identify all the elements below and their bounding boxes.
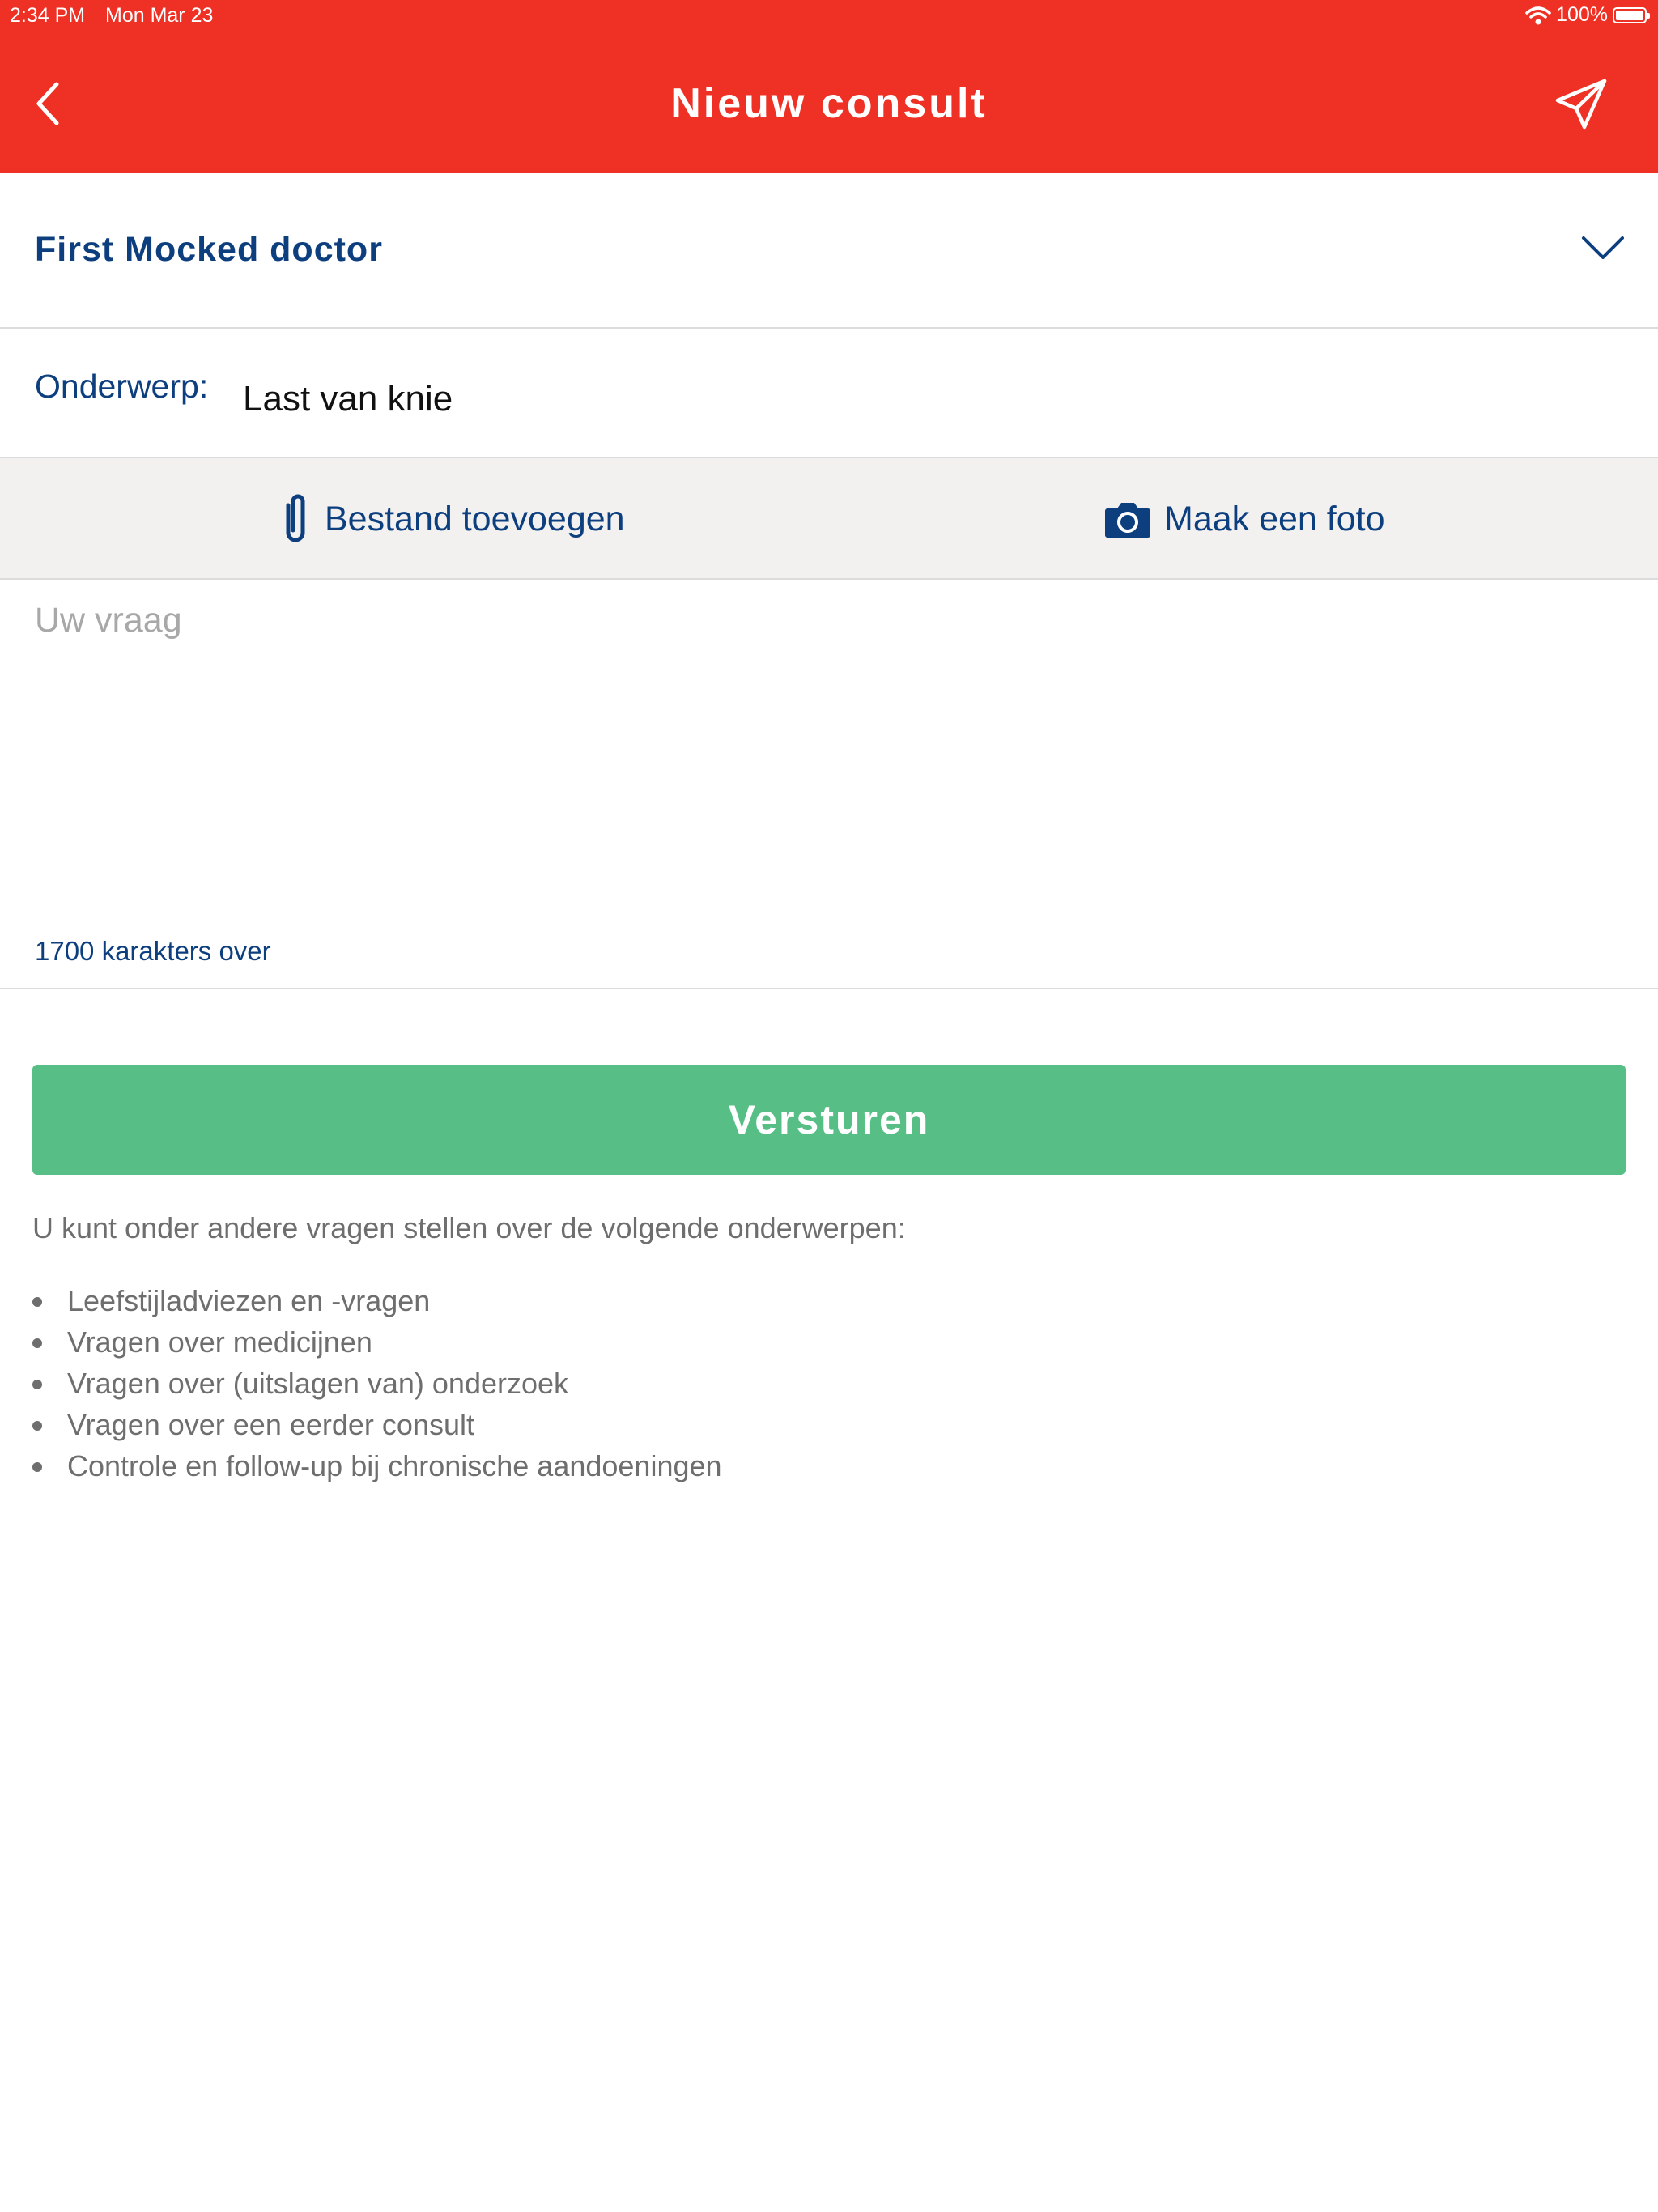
take-photo-label: Maak een foto [1164, 499, 1385, 538]
list-item: Vragen over (uitslagen van) onderzoek [32, 1365, 722, 1406]
status-time: 2:34 PM [10, 4, 86, 27]
submit-button[interactable]: Versturen [32, 1065, 1626, 1175]
chevron-down-icon [1582, 236, 1624, 259]
topics-list: Leefstijladviezen en -vragen Vragen over… [32, 1283, 722, 1489]
battery-percentage: 100% [1556, 3, 1608, 26]
camera-icon [1105, 503, 1150, 538]
top-navigation-bar: 2:34 PM Mon Mar 23 100% Nieuw consult [0, 0, 1658, 173]
app-screen: 2:34 PM Mon Mar 23 100% Nieuw consult Fi… [0, 0, 1658, 2212]
status-date: Mon Mar 23 [105, 4, 214, 27]
divider [0, 988, 1658, 989]
list-item: Leefstijladviezen en -vragen [32, 1283, 722, 1324]
status-right: 100% [1525, 3, 1650, 27]
doctor-selector[interactable]: First Mocked doctor [0, 173, 1658, 329]
question-textarea[interactable] [35, 601, 1622, 925]
page-title: Nieuw consult [670, 80, 988, 127]
send-button[interactable] [1553, 76, 1609, 133]
battery-icon [1613, 6, 1650, 23]
status-bar: 2:34 PM Mon Mar 23 100% [0, 0, 1658, 32]
add-file-button[interactable]: Bestand toevoegen [279, 491, 625, 547]
subject-input[interactable] [243, 371, 1619, 428]
remaining-characters: 1700 karakters over [35, 936, 271, 966]
wifi-icon [1525, 6, 1551, 24]
add-file-label: Bestand toevoegen [325, 499, 625, 538]
subject-label: Onderwerp: [35, 368, 209, 405]
take-photo-button[interactable]: Maak een foto [1104, 491, 1385, 547]
info-intro-text: U kunt onder andere vragen stellen over … [32, 1211, 906, 1244]
list-item: Controle en follow-up bij chronische aan… [32, 1448, 722, 1489]
selected-doctor: First Mocked doctor [35, 230, 383, 269]
attachment-bar: Bestand toevoegen Maak een foto [0, 458, 1658, 580]
paper-plane-icon [1555, 79, 1607, 130]
list-item: Vragen over medicijnen [32, 1324, 722, 1365]
subject-row: Onderwerp: [0, 329, 1658, 458]
list-item: Vragen over een eerder consult [32, 1406, 722, 1448]
paperclip-icon [286, 494, 305, 542]
